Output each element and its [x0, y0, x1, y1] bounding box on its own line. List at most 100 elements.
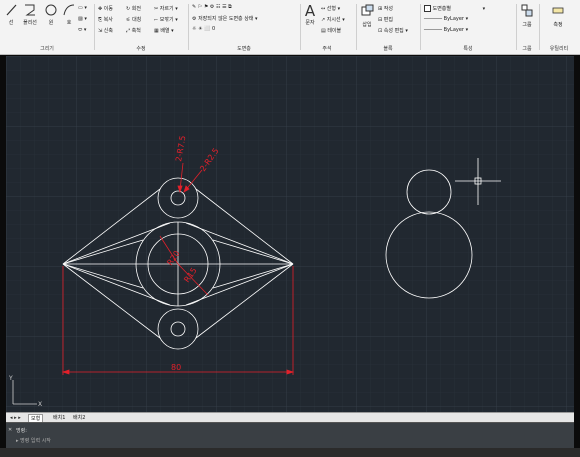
table-button[interactable]: ▤ 테이블	[321, 27, 341, 34]
command-window: 명령: ▸ 명령 입력 시작 ✕	[6, 422, 574, 448]
copy-label: 복사	[103, 17, 113, 23]
rotate-icon: ↻	[126, 6, 131, 12]
text-icon: A	[304, 2, 316, 20]
group-label: 그룹	[522, 22, 532, 28]
scale-button[interactable]: ⤢ 축척	[126, 27, 141, 34]
linetype-icon: ──────	[424, 16, 443, 22]
array-label: 배열	[160, 28, 170, 34]
rotate-label: 회전	[131, 6, 141, 12]
measure-label: 측정	[553, 22, 563, 28]
current-layer-select[interactable]: ☼ ☀ ⬜ 0	[192, 26, 215, 32]
measure-button[interactable]: 측정	[548, 3, 568, 28]
panel-utilities: 측정 유틸리티	[540, 2, 578, 53]
arc-label: 호	[66, 20, 72, 26]
panel-draw: 선 폴리선 원 호 ▭ ▾ ▨ ▾ ⬭ ▾ 그리기	[2, 2, 92, 53]
linetype-select[interactable]: ────── ByLayer ▾	[424, 16, 468, 22]
leader-label: 지시선	[326, 17, 341, 23]
polyline-button[interactable]: 폴리선	[20, 3, 40, 26]
mirror-button[interactable]: ⚟ 대칭	[126, 16, 141, 23]
insert-block-icon	[361, 4, 374, 16]
layout-tabs: ◂ ▸ ▸ 모형 배치1 배치2	[6, 412, 574, 423]
arc-icon	[63, 4, 75, 16]
tab-layout1[interactable]: 배치1	[51, 414, 67, 422]
table-icon: ▤	[321, 28, 326, 34]
circle-button[interactable]: 원	[44, 3, 58, 26]
array-button[interactable]: ▦ 배열 ▾	[154, 27, 174, 34]
layer-tools-icon[interactable]: ✎ ⚐ ⚑ ⚙ ☷ ☰ ⧉	[192, 4, 232, 10]
tab-nav-arrows[interactable]: ◂ ▸ ▸	[8, 414, 23, 422]
create-block-button[interactable]: ⊞ 작성	[378, 5, 393, 12]
close-icon[interactable]: ✕	[8, 427, 12, 433]
ellipse-icon[interactable]: ⬭ ▾	[78, 27, 86, 33]
insert-label: 삽입	[362, 22, 372, 28]
copy-icon: ⎘	[98, 17, 103, 23]
edit-attributes-icon: ⊡	[378, 28, 383, 34]
rect-icon[interactable]: ▭ ▾	[78, 5, 87, 11]
separator	[356, 4, 357, 50]
linetype-label: ByLayer	[443, 16, 464, 22]
edit-attributes-button[interactable]: ⊡ 속성 편집 ▾	[378, 27, 408, 34]
panel-annotation: A 문자 ↔ 선형 ▾ ↗ 지시선 ▾ ▤ 테이블 주석	[302, 2, 352, 53]
panel-block: 삽입 ⊞ 작성 ⊟ 편집 ⊡ 속성 편집 ▾ 블록	[358, 2, 418, 53]
leader-button[interactable]: ↗ 지시선 ▾	[321, 16, 345, 23]
move-button[interactable]: ✥ 이동	[98, 5, 113, 12]
separator	[300, 4, 301, 50]
stretch-label: 신축	[103, 28, 113, 34]
copy-button[interactable]: ⎘ 복사	[98, 16, 113, 23]
separator	[188, 4, 189, 50]
move-label: 이동	[103, 6, 113, 12]
command-input[interactable]: ▸ 명령 입력 시작	[16, 437, 51, 444]
lightbulb-icon: ☼ ☀ ⬜	[192, 26, 211, 32]
color-label: 도면층별	[432, 6, 451, 12]
stretch-icon: ⇲	[98, 28, 103, 34]
line-label: 선	[8, 20, 14, 26]
leader-icon: ↗	[321, 17, 326, 23]
panel-groups-title: 그룹	[522, 46, 532, 52]
panel-utilities-title: 유틸리티	[549, 46, 569, 52]
panel-layers-title: 도면층	[237, 46, 251, 52]
lineweight-icon: ──────	[424, 27, 443, 33]
circle-icon	[45, 4, 57, 16]
scale-icon: ⤢	[126, 28, 131, 34]
trim-button[interactable]: ✂ 자르기 ▾	[154, 5, 178, 12]
polyline-icon	[25, 4, 35, 16]
mirror-label: 대칭	[132, 17, 142, 23]
stretch-button[interactable]: ⇲ 신축	[98, 27, 113, 34]
fillet-label: 모깎기	[159, 17, 174, 23]
arc-button[interactable]: 호	[62, 3, 76, 26]
text-button[interactable]: A 문자	[302, 3, 318, 26]
group-icon	[521, 4, 533, 17]
drawing-svg: 2-R7.5 2-R2.5 R20 R15 80 Y X	[6, 56, 574, 412]
panel-block-title: 블록	[383, 46, 393, 52]
trim-icon: ✂	[154, 6, 159, 12]
rotate-button[interactable]: ↻ 회전	[126, 5, 141, 12]
text-label: 문자	[305, 20, 315, 26]
hatch-icon[interactable]: ▨ ▾	[78, 16, 87, 22]
array-icon: ▦	[154, 28, 159, 34]
table-label: 테이블	[327, 28, 342, 34]
dim-linear-label: 선형	[326, 6, 336, 12]
tab-layout2[interactable]: 배치2	[71, 414, 87, 422]
drawing-canvas[interactable]: 2-R7.5 2-R2.5 R20 R15 80 Y X	[6, 56, 574, 412]
dim-linear-button[interactable]: ↔ 선형 ▾	[321, 5, 340, 12]
panel-properties-title: 특성	[463, 46, 473, 52]
scale-label: 축척	[131, 28, 141, 34]
current-layer-label: 0	[211, 26, 216, 32]
layer-state-select[interactable]: ⚙ 저장되지 않은 도면층 상태 ▾	[192, 15, 258, 22]
fillet-button[interactable]: ⌐ 모깎기 ▾	[154, 16, 178, 23]
mirror-icon: ⚟	[126, 17, 131, 23]
panel-annotation-title: 주석	[322, 46, 332, 52]
panel-modify-title: 수정	[136, 46, 146, 52]
lineweight-select[interactable]: ────── ByLayer ▾	[424, 27, 468, 33]
edit-block-button[interactable]: ⊟ 편집	[378, 16, 393, 23]
line-button[interactable]: 선	[4, 3, 18, 26]
ribbon: 선 폴리선 원 호 ▭ ▾ ▨ ▾ ⬭ ▾ 그리기 ✥ 이동 ↻ 회전 ✂ 자르…	[0, 0, 580, 55]
color-select[interactable]: 도면층별 ▾	[424, 5, 485, 12]
edit-block-label: 편집	[383, 17, 393, 23]
group-button[interactable]: 그룹	[518, 3, 536, 28]
command-prompt-icon: ▸	[16, 438, 19, 444]
edit-block-icon: ⊟	[378, 17, 383, 23]
move-icon: ✥	[98, 6, 103, 12]
edit-attributes-label: 속성 편집	[383, 28, 404, 34]
insert-button[interactable]: 삽입	[358, 3, 376, 28]
